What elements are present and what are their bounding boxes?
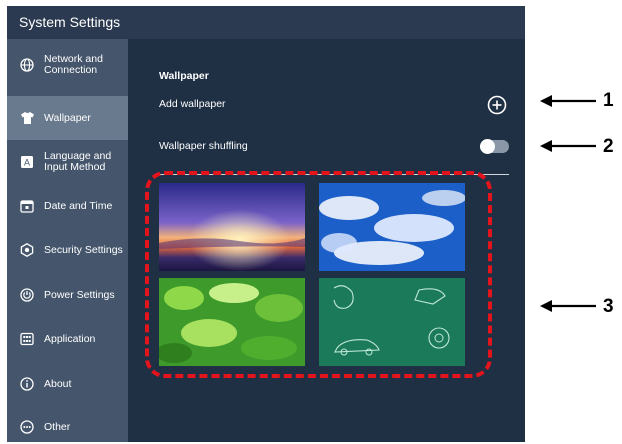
sidebar-item-label: About bbox=[44, 377, 72, 390]
sidebar-item-power[interactable]: Power Settings bbox=[7, 273, 128, 317]
app-grid-icon bbox=[19, 331, 35, 347]
plus-circle-icon bbox=[487, 95, 507, 115]
section-title: Wallpaper bbox=[159, 70, 209, 82]
info-icon bbox=[19, 376, 35, 392]
sidebar-item-label: Date and Time bbox=[44, 199, 113, 212]
arrow-left-icon bbox=[540, 140, 596, 152]
callout-label-2: 2 bbox=[603, 136, 614, 157]
sidebar-item-network[interactable]: Network and Connection bbox=[7, 43, 128, 87]
arrow-left-icon bbox=[540, 300, 596, 312]
toggle-knob bbox=[480, 139, 495, 154]
language-icon: A bbox=[19, 154, 35, 170]
sidebar: Network and Connection Wallpaper A Langu… bbox=[7, 39, 128, 442]
power-icon bbox=[19, 287, 35, 303]
sidebar-item-label: Wallpaper bbox=[44, 111, 91, 124]
sidebar-item-label: Security Settings bbox=[44, 243, 123, 256]
window-title: System Settings bbox=[7, 6, 525, 39]
callout-label-1: 1 bbox=[603, 90, 614, 111]
sidebar-item-wallpaper[interactable]: Wallpaper bbox=[7, 96, 128, 140]
sidebar-item-date-time[interactable]: Date and Time bbox=[7, 184, 128, 228]
shield-icon bbox=[19, 242, 35, 258]
callout-label-3: 3 bbox=[603, 296, 614, 317]
wallpaper-shuffle-label: Wallpaper shuffling bbox=[159, 140, 248, 152]
sidebar-item-other[interactable]: Other bbox=[7, 405, 128, 442]
sidebar-item-label: Other bbox=[44, 420, 71, 433]
sidebar-item-label: Application bbox=[44, 332, 96, 345]
calendar-icon bbox=[19, 198, 35, 214]
wallpaper-shuffle-toggle[interactable] bbox=[480, 139, 509, 154]
add-wallpaper-button[interactable] bbox=[487, 95, 507, 115]
sidebar-item-label: Network and Connection bbox=[44, 53, 103, 76]
svg-text:A: A bbox=[24, 158, 30, 168]
shirt-icon bbox=[19, 110, 35, 126]
more-icon bbox=[19, 419, 35, 435]
sidebar-item-label: Language and Input Method bbox=[44, 150, 112, 173]
sidebar-item-application[interactable]: Application bbox=[7, 317, 128, 361]
sidebar-item-security[interactable]: Security Settings bbox=[7, 228, 128, 272]
sidebar-item-label: Power Settings bbox=[44, 288, 115, 301]
arrow-left-icon bbox=[540, 95, 596, 107]
sidebar-item-language[interactable]: A Language and Input Method bbox=[7, 140, 128, 184]
highlight-box-wallpapers bbox=[145, 171, 492, 378]
add-wallpaper-label: Add wallpaper bbox=[159, 98, 226, 110]
globe-icon bbox=[19, 57, 35, 73]
sidebar-item-about[interactable]: About bbox=[7, 362, 128, 406]
